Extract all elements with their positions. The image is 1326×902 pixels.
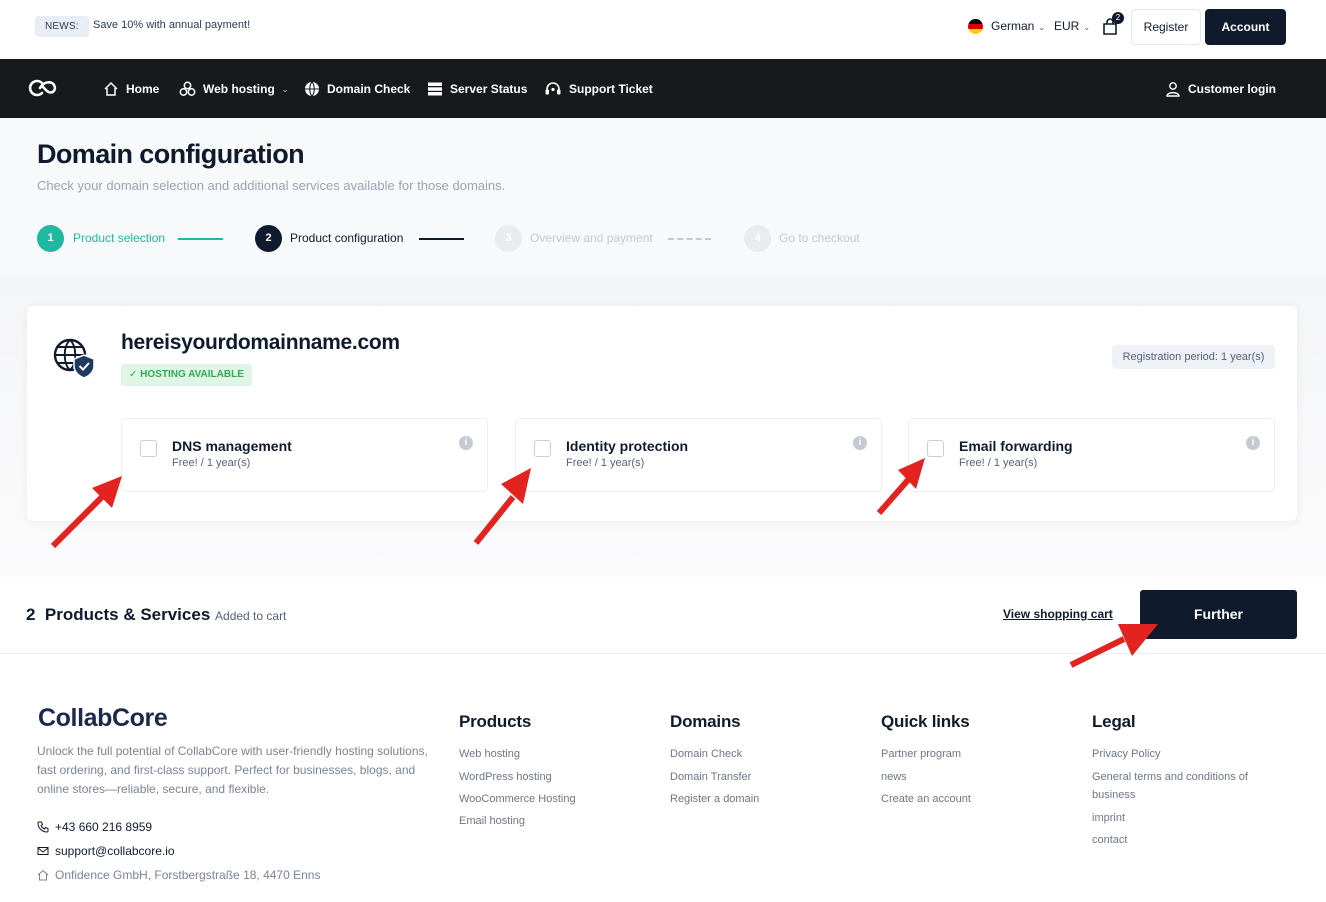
footer-link[interactable]: General terms and conditions of business [1092,768,1267,804]
globe-shield-icon [53,338,95,379]
step-3-label: Overview and payment [530,231,653,245]
step-4-label: Go to checkout [779,231,860,245]
german-flag-icon [968,19,983,34]
user-icon [1166,82,1180,97]
nav-web-hosting[interactable]: Web hosting ⌄ [179,80,288,98]
step-2-circle: 2 [255,225,282,252]
chevron-down-icon: ⌄ [281,84,289,94]
domain-name: hereisyourdomainname.com [121,331,400,354]
hosting-available-badge: ✓ HOSTING AVAILABLE [121,364,252,386]
footer-heading-products: Products [459,712,532,731]
footer-brand-logo: CollabCore [38,704,168,732]
step-connector [419,238,464,240]
option-title: Identity protection [566,438,689,454]
cubes-icon [179,81,196,96]
footer-link[interactable]: Domain Check [670,745,742,763]
registration-period-select[interactable]: Registration period: 1 year(s) [1112,345,1275,369]
footer-link[interactable]: Partner program [881,745,961,763]
dns-management-checkbox[interactable] [140,440,157,457]
nav-support-ticket[interactable]: Support Ticket [544,80,653,98]
home-icon [104,81,118,96]
check-icon: ✓ [129,369,138,380]
footer-link[interactable]: imprint [1092,809,1125,827]
home-icon [37,869,49,881]
cart-summary: 2 Products & Services Added to cart [26,605,287,624]
server-icon [428,82,442,96]
chevron-down-icon: ⌄ [1083,23,1091,32]
identity-protection-checkbox[interactable] [534,440,551,457]
news-text: Save 10% with annual payment! [93,19,251,31]
step-connector [178,238,223,240]
footer-link[interactable]: WooCommerce Hosting [459,790,576,808]
option-price: Free! / 1 year(s) [959,457,1038,469]
step-1-label[interactable]: Product selection [73,231,165,245]
chevron-down-icon: ⌄ [1038,23,1046,32]
option-dns-management[interactable]: DNS management Free! / 1 year(s) i [121,418,488,492]
mail-icon [37,847,49,855]
info-icon[interactable]: i [459,436,473,450]
main-navigation: Home Web hosting ⌄ Domain Check Server St… [0,59,1326,118]
annotation-arrow-icon [50,476,122,549]
footer-phone[interactable]: +43 660 216 8959 [37,820,152,834]
collabcore-logo-icon[interactable] [28,77,62,99]
footer-link[interactable]: contact [1092,831,1127,849]
footer-link[interactable]: Domain Transfer [670,768,751,786]
view-shopping-cart-link[interactable]: View shopping cart [1003,607,1113,621]
page-title: Domain configuration [37,139,305,169]
cart-count-badge: 2 [1112,12,1124,24]
footer-link[interactable]: Web hosting [459,745,520,763]
annotation-arrow-icon [473,468,531,545]
footer-heading-legal: Legal [1092,712,1136,731]
footer-address: Onfidence GmbH, Forstbergstraße 18, 4470… [37,868,320,882]
footer-heading-quick-links: Quick links [881,712,970,731]
globe-icon [305,81,319,97]
option-email-forwarding[interactable]: Email forwarding Free! / 1 year(s) i [908,418,1275,492]
option-identity-protection[interactable]: Identity protection Free! / 1 year(s) i [515,418,882,492]
footer-description: Unlock the full potential of CollabCore … [37,744,428,796]
nav-domain-check[interactable]: Domain Check [304,80,410,98]
footer-heading-domains: Domains [670,712,741,731]
footer-link[interactable]: Email hosting [459,812,525,830]
step-1-circle: 1 [37,225,64,252]
nav-home[interactable]: Home [103,80,159,98]
info-icon[interactable]: i [853,436,867,450]
option-price: Free! / 1 year(s) [172,457,251,469]
headset-icon [545,82,561,95]
currency-selector[interactable]: EUR ⌄ [1054,19,1090,33]
option-price: Free! / 1 year(s) [566,457,645,469]
option-title: Email forwarding [959,438,1073,454]
annotation-arrow-icon [1069,624,1158,668]
footer-link[interactable]: WordPress hosting [459,768,552,786]
further-button[interactable]: Further [1140,590,1297,639]
footer-link[interactable]: Privacy Policy [1092,745,1160,763]
step-3-circle: 3 [495,225,522,252]
option-title: DNS management [172,438,292,454]
footer-link[interactable]: Create an account [881,790,971,808]
step-2-label: Product configuration [290,231,404,245]
step-connector [668,238,711,240]
customer-login-link[interactable]: Customer login [1165,80,1276,98]
step-4-circle: 4 [744,225,771,252]
phone-icon [37,821,49,833]
footer-email[interactable]: support@collabcore.io [37,844,175,858]
account-button[interactable]: Account [1205,9,1286,45]
page-subtitle: Check your domain selection and addition… [37,178,506,193]
register-button[interactable]: Register [1131,9,1201,45]
footer-link[interactable]: Register a domain [670,790,759,808]
info-icon[interactable]: i [1246,436,1260,450]
footer-link[interactable]: news [881,768,907,786]
language-selector[interactable]: German ⌄ [991,19,1045,33]
news-tag: NEWS: [35,16,89,37]
nav-server-status[interactable]: Server Status [427,80,527,98]
annotation-arrow-icon [876,458,925,515]
